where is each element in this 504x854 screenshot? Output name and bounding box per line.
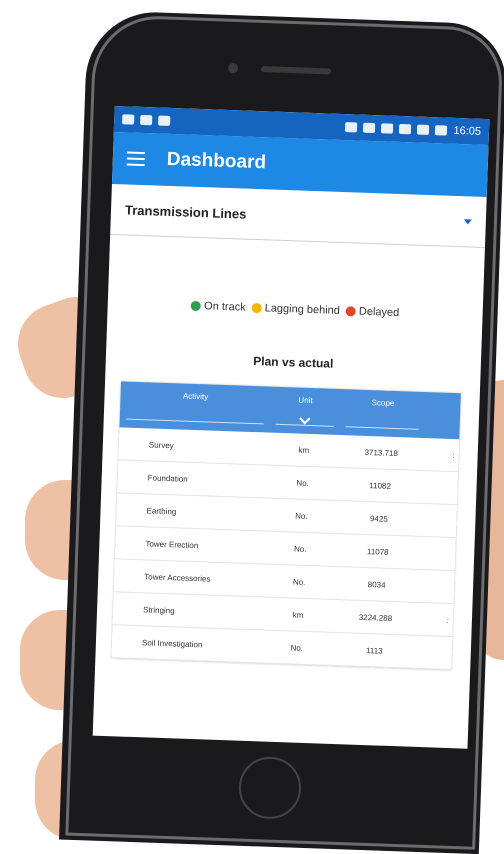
phone-bezel [65, 14, 504, 850]
